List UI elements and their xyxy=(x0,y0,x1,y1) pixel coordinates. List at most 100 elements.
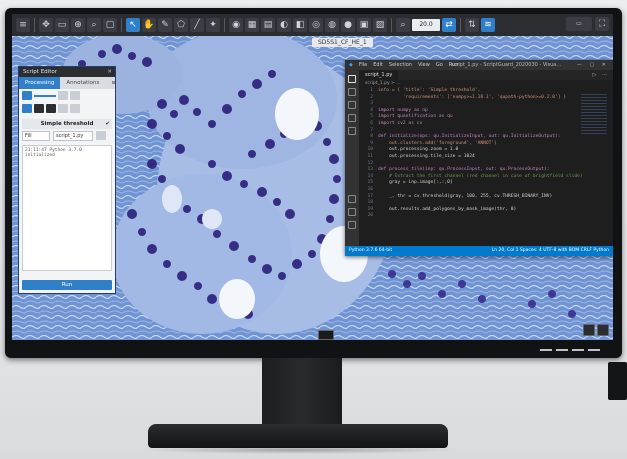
brush-tool-icon[interactable]: ✎ xyxy=(158,18,172,32)
gear-icon[interactable] xyxy=(348,221,356,229)
zoom-in-icon[interactable] xyxy=(583,324,595,336)
script-select[interactable]: script_1.py xyxy=(53,131,93,141)
magnify-icon[interactable]: ⌕ xyxy=(396,18,410,32)
menu-file[interactable]: File xyxy=(359,62,367,68)
code-line[interactable]: 15 gray = inp.image[:,:,0] xyxy=(359,180,573,187)
code-line[interactable]: 8 def initialize(ops: qu.InitializeInput,… xyxy=(359,134,573,141)
breadcrumb[interactable]: script_1.py > ... xyxy=(365,81,401,86)
code-line[interactable]: 20 xyxy=(359,213,573,220)
side-device xyxy=(608,362,627,400)
channels-icon[interactable]: ◐ xyxy=(277,18,291,32)
line-number: 16 xyxy=(367,186,373,192)
source-control-icon[interactable] xyxy=(348,101,356,109)
monitor-button[interactable] xyxy=(556,349,568,351)
save-icon[interactable] xyxy=(46,104,56,113)
menu-icon[interactable]: ≡ xyxy=(16,18,30,32)
editor-tab[interactable]: script_1.py xyxy=(359,70,399,80)
menu-edit[interactable]: Edit xyxy=(373,62,383,68)
tab-processing[interactable]: Processing xyxy=(19,77,61,89)
view-icon[interactable] xyxy=(70,91,80,100)
code-text: import quantification as qu xyxy=(378,114,453,120)
info-icon[interactable]: ▭ xyxy=(566,17,592,31)
code-line[interactable]: 5 import quantification as qu xyxy=(359,114,573,121)
zoom-icon[interactable]: ⊕ xyxy=(71,18,85,32)
code-line[interactable]: 17 _, thr = cv.threshold(gray, 100, 255,… xyxy=(359,194,573,201)
code-editor[interactable]: 1 info = { 'title': 'Simple threshold', 2 … xyxy=(359,88,582,246)
code-line[interactable]: 6 import cv2 as cv xyxy=(359,121,573,128)
menu-view[interactable]: View xyxy=(418,62,430,68)
fit-icon[interactable]: ▢ xyxy=(103,18,117,32)
account-icon[interactable] xyxy=(348,208,356,216)
code-line[interactable]: 10 out.processing.zoom = 1.0 xyxy=(359,147,573,154)
slider-track[interactable] xyxy=(34,94,56,97)
menu-selection[interactable]: Selection xyxy=(389,62,412,68)
code-line[interactable]: 13 def process_tile(inp: qu.ProcessInput,… xyxy=(359,167,573,174)
close-icon[interactable]: ✕ xyxy=(107,67,112,77)
check-icon[interactable]: ✔ xyxy=(105,119,110,129)
code-line[interactable]: 3 xyxy=(359,101,573,108)
play-icon[interactable] xyxy=(22,91,32,100)
window-controls[interactable]: — ▢ ✕ xyxy=(577,60,609,70)
monitor-stand-base xyxy=(148,424,448,448)
tma-icon[interactable]: ▣ xyxy=(357,18,371,32)
monitor-button[interactable] xyxy=(572,349,584,351)
code-line[interactable]: 2 'requirements': ['numpy>=1.18.1', 'qup… xyxy=(359,95,573,102)
cells-icon[interactable]: ● xyxy=(341,18,355,32)
pan-tool-icon[interactable]: ✋ xyxy=(142,18,156,32)
fullscreen-icon[interactable]: ⛶ xyxy=(595,17,609,31)
overview-toggle[interactable] xyxy=(318,330,334,340)
code-text: out.results.add_polygons_by_mask_image(t… xyxy=(378,206,517,212)
status-position[interactable]: Ln 20, Col 1 Spaces: 4 UTF-8 with BOM CR… xyxy=(492,246,609,256)
overlay-icon[interactable]: ◧ xyxy=(293,18,307,32)
sync-icon[interactable]: ⇄ xyxy=(442,18,456,32)
extensions-icon[interactable] xyxy=(348,127,356,135)
filter-icon[interactable] xyxy=(58,91,68,100)
debug-icon[interactable] xyxy=(348,114,356,122)
grid-icon[interactable]: ▦ xyxy=(245,18,259,32)
code-line[interactable]: 19 out.results.add_polygons_by_mask_imag… xyxy=(359,207,573,214)
zoom-out-icon[interactable] xyxy=(597,324,609,336)
menu-go[interactable]: Go xyxy=(436,62,443,68)
script-panel: Script Editor ✕ Processing Annotations ≡… xyxy=(18,66,116,294)
tab-annotations[interactable]: Annotations xyxy=(60,77,105,89)
add-icon[interactable] xyxy=(58,104,68,113)
annotations-icon[interactable]: ◎ xyxy=(309,18,323,32)
fill-select[interactable]: Fill xyxy=(22,131,50,141)
line-tool-icon[interactable]: ╱ xyxy=(190,18,204,32)
counter-icon[interactable]: ⇅ xyxy=(465,18,479,32)
remote-icon[interactable] xyxy=(348,195,356,203)
code-line[interactable]: 18 xyxy=(359,200,573,207)
code-line[interactable]: 1 info = { 'title': 'Simple threshold', xyxy=(359,88,573,95)
minimap[interactable] xyxy=(581,94,607,134)
rectangle-tool-icon[interactable]: ▭ xyxy=(55,18,69,32)
run-button[interactable]: Run xyxy=(22,280,112,290)
new-script-icon[interactable] xyxy=(22,104,32,113)
explorer-icon[interactable] xyxy=(348,75,356,83)
wifi-icon[interactable]: ≋ xyxy=(481,18,495,32)
pointer-tool-icon[interactable]: ↖ xyxy=(126,18,140,32)
settings-icon[interactable] xyxy=(96,131,106,140)
monitor-button[interactable] xyxy=(540,349,552,351)
log-output: 21:11:47 Python 3.7.0 initialized xyxy=(22,145,112,271)
open-icon[interactable] xyxy=(34,104,44,113)
layers-icon[interactable]: ▤ xyxy=(261,18,275,32)
editor-actions[interactable]: ▷ ⋯ xyxy=(593,70,609,80)
zoom-input[interactable]: 20.0 xyxy=(412,19,440,31)
delete-icon[interactable] xyxy=(70,104,80,113)
panel-title: Script Editor xyxy=(23,69,57,75)
line-number: 2 xyxy=(370,94,373,100)
pixel-icon[interactable]: ▨ xyxy=(373,18,387,32)
polygon-tool-icon[interactable]: ⬠ xyxy=(174,18,188,32)
code-line[interactable]: 11 out.processing.tile_size = 1024 xyxy=(359,154,573,161)
image-tab[interactable]: SD5S1_CF_HE_1 xyxy=(312,38,373,47)
panel-menu-icon[interactable]: ≡ xyxy=(105,77,122,89)
detections-icon[interactable]: ◍ xyxy=(325,18,339,32)
monitor-button[interactable] xyxy=(588,349,600,351)
wand-tool-icon[interactable]: ✦ xyxy=(206,18,220,32)
status-interpreter[interactable]: Python 3.7.6 64-bit xyxy=(349,246,392,256)
move-tool-icon[interactable]: ✥ xyxy=(39,18,53,32)
search-icon[interactable] xyxy=(348,88,356,96)
code-line[interactable]: 16 xyxy=(359,187,573,194)
camera-icon[interactable]: ◉ xyxy=(229,18,243,32)
search-icon[interactable]: ⌕ xyxy=(87,18,101,32)
